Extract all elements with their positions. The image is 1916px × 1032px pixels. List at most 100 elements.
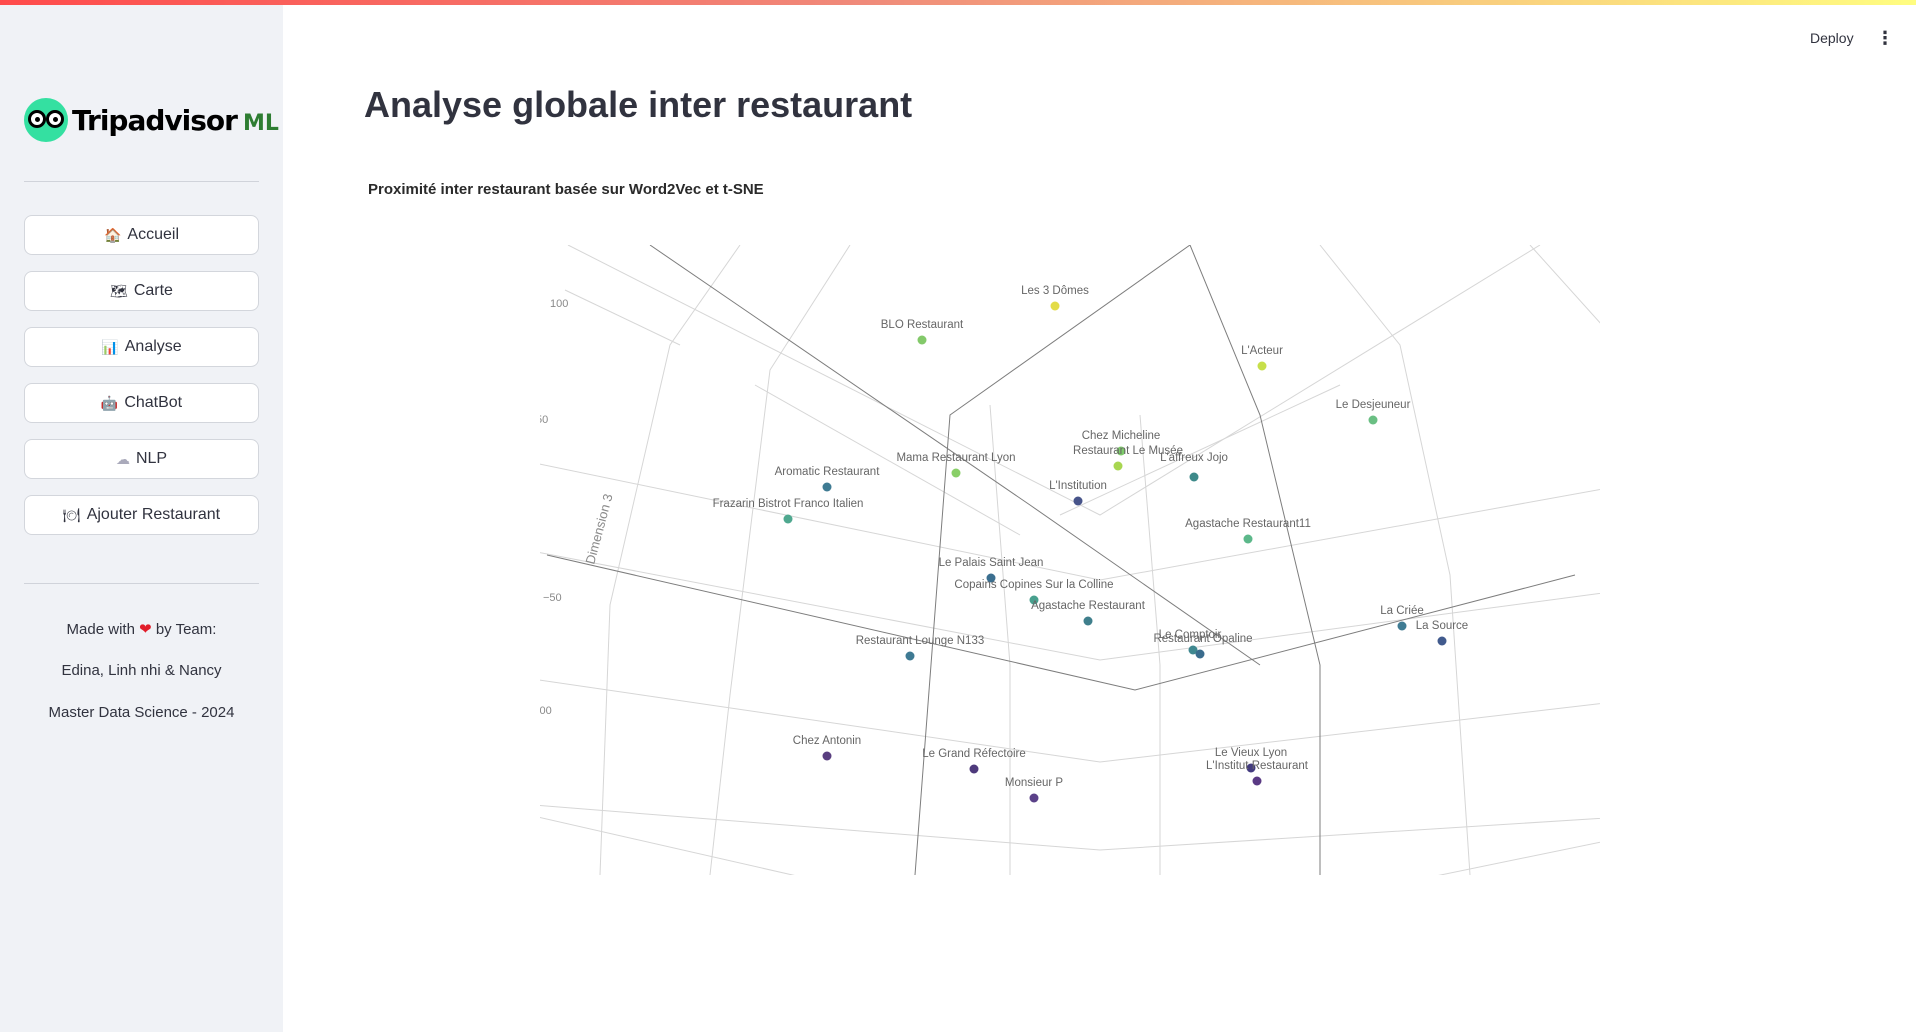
point-marker[interactable] xyxy=(822,482,832,492)
point-marker[interactable] xyxy=(969,764,979,774)
point-label: La Source xyxy=(1416,620,1468,632)
data-point[interactable]: Mama Restaurant Lyon xyxy=(896,452,1016,478)
nav-label: Carte xyxy=(133,282,173,299)
point-label: Agastache Restaurant11 xyxy=(1185,518,1311,530)
point-marker[interactable] xyxy=(1368,415,1378,425)
tripadvisor-logo: Tripadvisor ML xyxy=(24,97,279,143)
data-point[interactable]: L'Acteur xyxy=(1241,345,1283,371)
z-tick-label: −50 xyxy=(543,592,562,604)
point-label: Les 3 Dômes xyxy=(1021,285,1089,297)
data-point[interactable]: Agastache Restaurant11 xyxy=(1185,518,1311,544)
sidebar: Tripadvisor ML 🏠 Accueil 🗺 Carte 📊 Analy… xyxy=(0,5,283,1032)
nav-label: ChatBot xyxy=(124,394,183,411)
nav-button-analyse[interactable]: 📊 Analyse xyxy=(24,327,259,367)
deploy-button[interactable]: Deploy xyxy=(1810,30,1854,46)
sidebar-divider xyxy=(24,181,259,182)
made-with-line: Made with ❤ by Team: xyxy=(0,620,283,638)
z-tick-label: 50 xyxy=(540,414,548,426)
robot-icon: 🤖 xyxy=(100,394,119,411)
data-points[interactable]: Les 3 Dômes BLO Restaurant L'Acteur Le Desj… xyxy=(713,285,1469,803)
nav-button-carte[interactable]: 🗺 Carte xyxy=(24,271,259,311)
point-marker[interactable] xyxy=(905,651,915,661)
data-point[interactable]: Le Desjeuneur xyxy=(1336,399,1411,425)
data-point[interactable]: Agastache Restaurant xyxy=(1031,600,1146,626)
logo-text: Tripadvisor xyxy=(72,103,238,137)
data-point[interactable]: L'affreux Jojo xyxy=(1160,452,1228,482)
map-icon: 🗺 xyxy=(110,282,128,299)
nav-button-chatbot[interactable]: 🤖 ChatBot xyxy=(24,383,259,423)
point-label: Aromatic Restaurant xyxy=(775,466,881,478)
house-icon: 🏠 xyxy=(103,226,122,243)
data-point[interactable]: Restaurant Lounge N133 xyxy=(856,635,985,661)
point-label: Mama Restaurant Lyon xyxy=(896,452,1015,464)
top-accent-bar xyxy=(0,0,1916,5)
point-label: L'Acteur xyxy=(1241,345,1283,357)
program-label: Master Data Science - 2024 xyxy=(48,704,235,721)
point-marker[interactable] xyxy=(822,751,832,761)
nav-label: Ajouter Restaurant xyxy=(86,506,221,523)
point-label: Le Desjeuneur xyxy=(1336,399,1411,411)
logo-suffix: ML xyxy=(242,110,279,136)
z-axis-ticks: 100500−50−100 xyxy=(540,298,568,717)
plate-cutlery-icon: 🍽 xyxy=(62,506,81,523)
point-label: L'Institut Restaurant xyxy=(1206,760,1309,772)
point-label: Monsieur P xyxy=(1005,777,1063,789)
point-label: La Criée xyxy=(1380,605,1423,617)
scatter-3d-plot[interactable]: Dimension 3 100500−50−100 Les 3 DômesBLO… xyxy=(540,245,1600,875)
nav-button-ajouter-restaurant[interactable]: 🍽 Ajouter Restaurant xyxy=(24,495,259,535)
point-label: L'affreux Jojo xyxy=(1160,452,1228,464)
point-marker[interactable] xyxy=(1195,649,1205,659)
sidebar-divider xyxy=(24,583,259,584)
data-point[interactable]: BLO Restaurant xyxy=(881,319,964,345)
point-label: BLO Restaurant xyxy=(881,319,964,331)
point-marker[interactable] xyxy=(917,335,927,345)
point-marker[interactable] xyxy=(1252,776,1262,786)
point-label: Copains Copines Sur la Colline xyxy=(954,579,1113,591)
nav-button-accueil[interactable]: 🏠 Accueil xyxy=(24,215,259,255)
data-point[interactable]: L'Institution xyxy=(1049,480,1107,506)
point-label: Le Vieux Lyon xyxy=(1215,747,1287,759)
z-tick-label: −100 xyxy=(540,705,552,717)
point-marker[interactable] xyxy=(1083,616,1093,626)
point-marker[interactable] xyxy=(951,468,961,478)
data-point[interactable]: Monsieur P xyxy=(1005,777,1063,803)
point-marker[interactable] xyxy=(783,514,793,524)
point-marker[interactable] xyxy=(1243,534,1253,544)
data-point[interactable]: Aromatic Restaurant xyxy=(775,466,881,492)
point-label: L'Institution xyxy=(1049,480,1107,492)
nav-label: NLP xyxy=(135,450,168,467)
nav-button-nlp[interactable]: ☁ NLP xyxy=(24,439,259,479)
kebab-menu-icon[interactable]: ⋮ xyxy=(1876,28,1894,49)
data-point[interactable]: La Source xyxy=(1416,620,1468,646)
point-label: Chez Antonin xyxy=(793,735,861,747)
data-point[interactable]: Les 3 Dômes xyxy=(1021,285,1089,311)
point-label: Le Grand Réfectoire xyxy=(922,748,1026,760)
point-label: Restaurant Opaline xyxy=(1153,633,1252,645)
point-marker[interactable] xyxy=(1029,793,1039,803)
data-point[interactable]: Restaurant Opaline xyxy=(1153,633,1253,659)
point-label: Restaurant Lounge N133 xyxy=(856,635,985,647)
page-title: Analyse globale inter restaurant xyxy=(364,84,913,125)
team-names: Edina, Linh nhi & Nancy xyxy=(61,662,222,679)
z-axis-label: Dimension 3 xyxy=(582,492,615,566)
point-marker[interactable] xyxy=(1257,361,1267,371)
point-marker[interactable] xyxy=(1050,301,1060,311)
data-point[interactable]: Chez Antonin xyxy=(793,735,861,761)
heart-icon: ❤ xyxy=(139,621,152,638)
chart-title: Proximité inter restaurant basée sur Wor… xyxy=(368,181,764,198)
data-point[interactable]: L'Institut Restaurant xyxy=(1206,760,1309,786)
point-marker[interactable] xyxy=(1073,496,1083,506)
data-point[interactable]: Frazarin Bistrot Franco Italien xyxy=(713,498,864,524)
owl-logo-icon xyxy=(24,98,68,142)
made-with-prefix: Made with xyxy=(66,621,135,638)
bar-chart-icon: 📊 xyxy=(101,338,119,355)
cloud-icon: ☁ xyxy=(115,450,130,467)
point-marker[interactable] xyxy=(1189,472,1199,482)
point-label: Agastache Restaurant xyxy=(1031,600,1146,612)
point-marker[interactable] xyxy=(1437,636,1447,646)
point-marker[interactable] xyxy=(1397,621,1407,631)
nav-label: Analyse xyxy=(124,338,182,355)
nav-label: Accueil xyxy=(127,226,179,243)
point-marker[interactable] xyxy=(1113,461,1123,471)
point-label: Chez Micheline xyxy=(1082,430,1161,442)
